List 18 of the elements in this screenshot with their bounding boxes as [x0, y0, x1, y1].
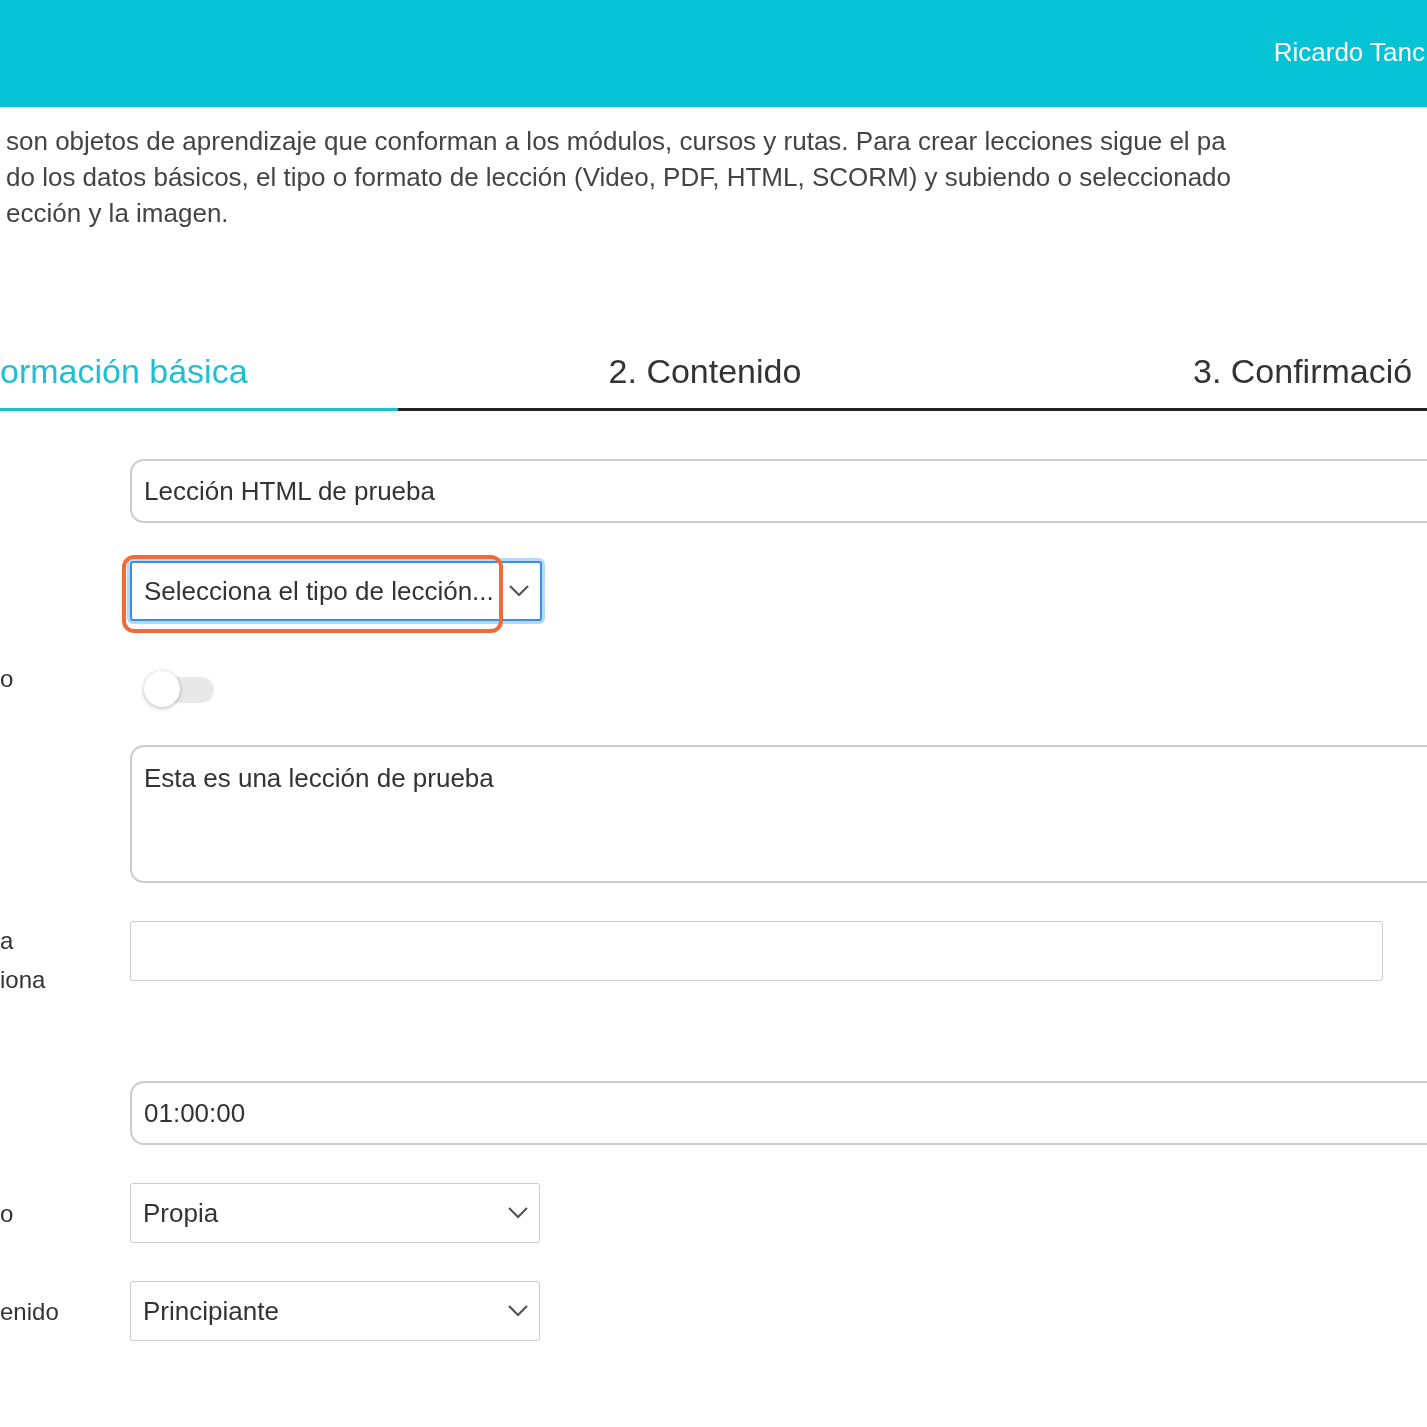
chevron-down-icon [508, 584, 530, 598]
step-tab[interactable]: 2. Contenido [398, 335, 1012, 411]
input-field[interactable] [130, 921, 1383, 981]
description: son objetos de aprendizaje que conforman a los módulos, cursos y rutas. Para crear lecciones sigue el pa do los datos básicos, el tipo o formato de lección (Video, PDF, HTML, SCORM) y subiendo o seleccionado ección y la imagen. [6, 125, 1232, 230]
toggle-switch[interactable] [144, 671, 214, 707]
dropdown[interactable]: Propia [130, 1183, 540, 1243]
field-label: enido [0, 1296, 60, 1327]
field-label: o [0, 1198, 15, 1229]
dropdown[interactable]: Principiante [130, 1281, 540, 1341]
chevron-down-icon [507, 1304, 529, 1318]
text-field[interactable]: 01:00:00 [130, 1081, 1427, 1145]
chevron-down-icon [507, 1206, 529, 1220]
text-area[interactable]: Esta es una lección de prueba [130, 745, 1427, 883]
field-label: a iona [0, 926, 47, 995]
dropdown[interactable]: Selecciona el tipo de lección... [130, 561, 542, 621]
step-tab[interactable]: 3. Confirmació [1012, 335, 1427, 411]
field-label: o [0, 664, 15, 694]
text-field[interactable]: Lección HTML de prueba [130, 459, 1427, 523]
